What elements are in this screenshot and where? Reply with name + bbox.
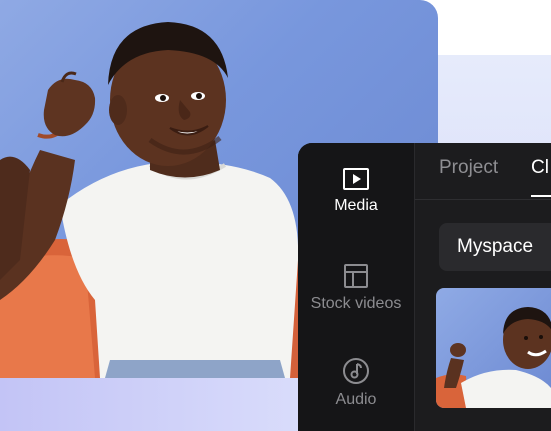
backdrop-accent — [0, 378, 300, 431]
active-tab-indicator — [531, 195, 551, 197]
sidebar-item-label: Audio — [335, 391, 377, 408]
tab-bar: Project Cl — [415, 143, 551, 200]
sidebar-item-media[interactable]: Media — [298, 167, 414, 215]
sidebar: Media Stock videos Audio — [298, 143, 415, 431]
editor-panel: Media Stock videos Audio Project Cl Mysp… — [298, 143, 551, 431]
media-thumbnail[interactable] — [436, 288, 551, 408]
play-icon — [343, 168, 369, 190]
myspace-label: Myspace — [457, 236, 534, 257]
sidebar-item-label: Media — [334, 197, 378, 214]
sidebar-item-label: Stock videos — [310, 295, 402, 312]
sidebar-item-stock-videos[interactable]: Stock videos — [298, 263, 414, 313]
layout-icon — [344, 264, 368, 288]
myspace-button[interactable]: Myspace — [439, 223, 551, 271]
sidebar-item-audio[interactable]: Audio — [298, 357, 414, 409]
tab-cl[interactable]: Cl — [531, 157, 549, 179]
tab-project[interactable]: Project — [439, 157, 498, 179]
music-note-icon — [343, 358, 369, 384]
